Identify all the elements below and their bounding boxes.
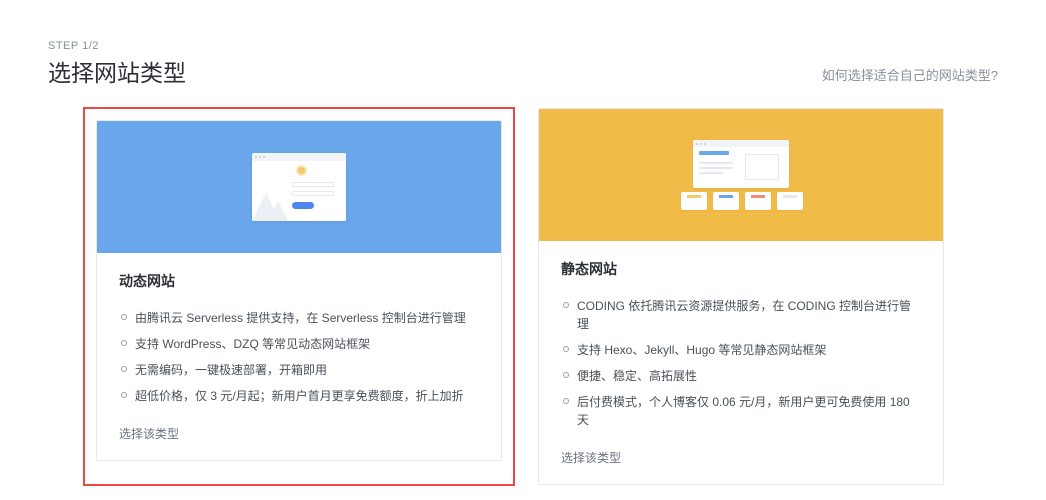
feature-item: 由腾讯云 Serverless 提供支持，在 Serverless 控制台进行管… bbox=[119, 305, 479, 331]
title-block: STEP 1/2 选择网站类型 bbox=[48, 40, 186, 88]
cards-row: 动态网站 由腾讯云 Serverless 提供支持，在 Serverless 控… bbox=[48, 108, 998, 485]
dynamic-site-illustration bbox=[252, 153, 346, 221]
card-body: 动态网站 由腾讯云 Serverless 提供支持，在 Serverless 控… bbox=[97, 253, 501, 460]
feature-item: CODING 依托腾讯云资源提供服务，在 CODING 控制台进行管理 bbox=[561, 293, 921, 337]
card-inner: 静态网站 CODING 依托腾讯云资源提供服务，在 CODING 控制台进行管理… bbox=[538, 108, 944, 485]
feature-item: 支持 WordPress、DZQ 等常见动态网站框架 bbox=[119, 331, 479, 357]
feature-item: 后付费模式，个人博客仅 0.06 元/月，新用户更可免费使用 180 天 bbox=[561, 389, 921, 433]
static-site-illustration bbox=[681, 140, 801, 210]
feature-item: 支持 Hexo、Jekyll、Hugo 等常见静态网站框架 bbox=[561, 337, 921, 363]
card-body: 静态网站 CODING 依托腾讯云资源提供服务，在 CODING 控制台进行管理… bbox=[539, 241, 943, 484]
card-inner: 动态网站 由腾讯云 Serverless 提供支持，在 Serverless 控… bbox=[96, 120, 502, 461]
page-header: STEP 1/2 选择网站类型 如何选择适合自己的网站类型? bbox=[48, 40, 998, 88]
card-title: 静态网站 bbox=[561, 259, 921, 279]
feature-item: 无需编码，一键极速部署，开箱即用 bbox=[119, 357, 479, 383]
page-title: 选择网站类型 bbox=[48, 54, 186, 88]
feature-list: CODING 依托腾讯云资源提供服务，在 CODING 控制台进行管理 支持 H… bbox=[561, 293, 921, 433]
card-hero bbox=[539, 109, 943, 241]
card-title: 动态网站 bbox=[119, 271, 479, 291]
card-dynamic-site[interactable]: 动态网站 由腾讯云 Serverless 提供支持，在 Serverless 控… bbox=[84, 108, 514, 485]
feature-item: 超低价格，仅 3 元/月起；新用户首月更享免费额度，折上加折 bbox=[119, 383, 479, 409]
help-link[interactable]: 如何选择适合自己的网站类型? bbox=[822, 65, 998, 88]
feature-item: 便捷、稳定、高拓展性 bbox=[561, 363, 921, 389]
card-static-site[interactable]: 静态网站 CODING 依托腾讯云资源提供服务，在 CODING 控制台进行管理… bbox=[538, 108, 944, 485]
select-type-link[interactable]: 选择该类型 bbox=[561, 449, 921, 466]
select-type-link[interactable]: 选择该类型 bbox=[119, 425, 479, 442]
feature-list: 由腾讯云 Serverless 提供支持，在 Serverless 控制台进行管… bbox=[119, 305, 479, 409]
card-hero bbox=[97, 121, 501, 253]
step-label: STEP 1/2 bbox=[48, 40, 186, 52]
